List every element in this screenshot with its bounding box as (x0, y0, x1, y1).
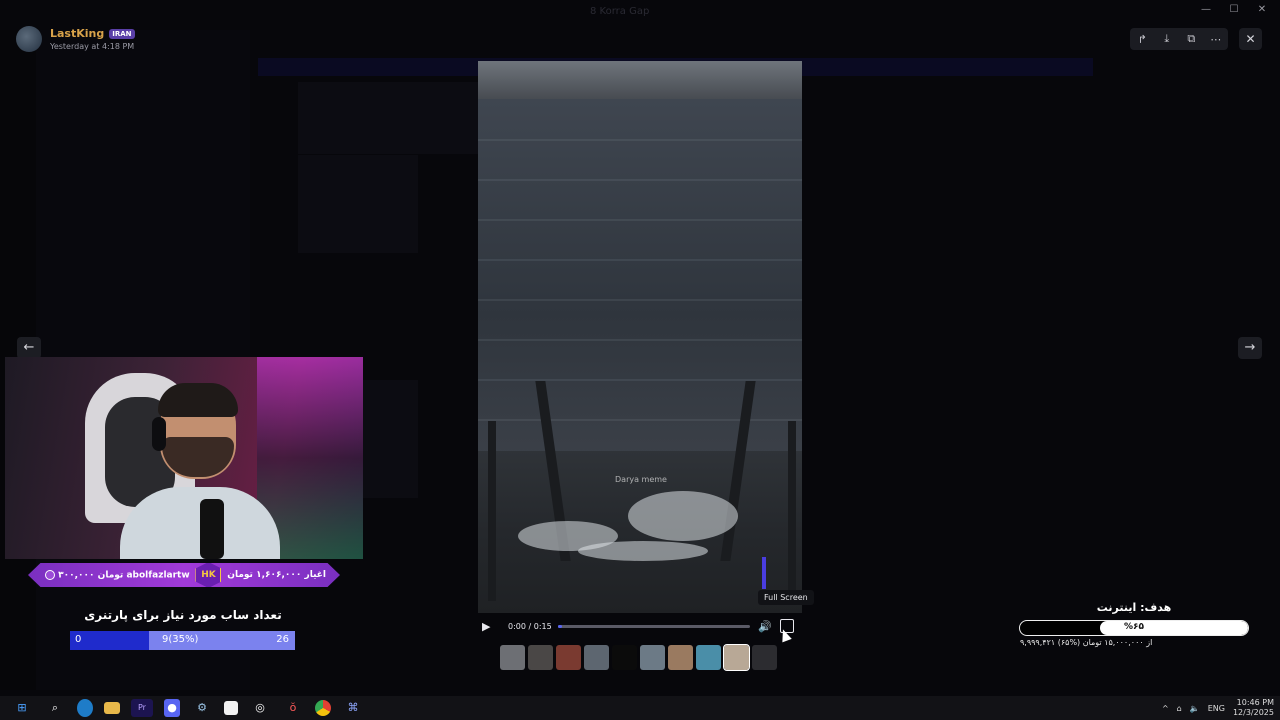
play-icon[interactable]: ▶ (482, 620, 502, 633)
sub-goal-title: تعداد ساب مورد نیاز برای پارتنری (84, 608, 282, 622)
chrome-icon[interactable] (315, 700, 331, 716)
donation-left-amount: ۳۰۰,۰۰۰ تومان (58, 570, 124, 581)
clock[interactable]: 10:46 PM 12/3/2025 (1233, 698, 1274, 718)
previous-media-button[interactable]: ← (17, 337, 41, 359)
window-controls: — ☐ ✕ (1194, 4, 1274, 20)
more-icon[interactable]: ⋯ (1207, 33, 1225, 46)
background-image (298, 82, 478, 154)
sub-goal-fill (70, 631, 149, 650)
file-explorer-icon[interactable] (104, 702, 120, 714)
search-icon[interactable]: ⌕ (44, 699, 66, 717)
media-thumbnail-strip (500, 644, 777, 671)
taskbar: ⊞ ⌕ Pr ● ⚙ ◎ ŏ ⌘ ^ ⌂ 🔈 ENG 10:46 PM 12/3… (0, 696, 1280, 720)
windows-start-icon[interactable]: ⊞ (11, 699, 33, 717)
download-icon[interactable]: ⤓ (1158, 32, 1176, 46)
open-external-icon[interactable]: ⧉ (1182, 32, 1200, 46)
obs-icon[interactable]: ◎ (249, 699, 271, 717)
donation-left-user: abolfazlartw (126, 570, 190, 581)
donation-goal-title: هدف: اینترنت (1096, 601, 1172, 614)
webcam-overlay (5, 357, 363, 559)
member-list (1105, 60, 1280, 690)
volume-icon[interactable]: 🔊 (758, 620, 772, 633)
store-icon[interactable] (224, 701, 238, 715)
maximize-button[interactable]: ☐ (1222, 4, 1246, 20)
seek-bar[interactable] (558, 624, 750, 628)
timestamp: Yesterday at 4:18 PM (50, 42, 135, 51)
author-name[interactable]: LastKing (50, 27, 104, 40)
app2-icon[interactable]: ⌘ (342, 699, 364, 717)
video-marker (762, 557, 766, 589)
media-thumbnail[interactable] (584, 645, 609, 670)
sub-goal-bar: 0 9(35%) 26 (70, 631, 295, 650)
discord-icon[interactable]: ● (164, 699, 180, 717)
volume-tray-icon[interactable]: 🔈 (1190, 704, 1200, 713)
fullscreen-tooltip: Full Screen (758, 590, 814, 605)
network-icon[interactable]: ⌂ (1177, 704, 1182, 713)
video-controls: ▶ 0:00 / 0:15 🔊 (478, 613, 802, 639)
window-title: 8 Korra Gap (590, 6, 650, 17)
language-indicator[interactable]: ENG (1208, 704, 1225, 713)
forward-icon[interactable]: ↱ (1133, 33, 1151, 46)
seek-progress (558, 624, 562, 628)
donation-goal-detail: ۹,۹۹۹,۴۲۱ از ۱۵,۰۰۰,۰۰۰ تومان (%۶۵) (1020, 638, 1153, 647)
media-thumbnail[interactable] (500, 645, 525, 670)
next-media-button[interactable]: → (1238, 337, 1262, 359)
avatar[interactable] (16, 26, 42, 52)
video-player[interactable]: Darya meme (478, 61, 802, 613)
coin-icon (45, 569, 55, 580)
media-thumbnail[interactable] (723, 644, 750, 671)
media-thumbnail[interactable] (668, 645, 693, 670)
donation-banner: ۳۰۰,۰۰۰ تومان abolfazlartw HK اغیار ۱,۶۰… (28, 563, 340, 587)
sub-goal-target: 26 (276, 634, 289, 645)
media-thumbnail[interactable] (752, 645, 777, 670)
background-image (298, 155, 418, 253)
tray-chevron-icon[interactable]: ^ (1162, 704, 1169, 713)
clock-date: 12/3/2025 (1232, 708, 1274, 717)
minimize-button[interactable]: — (1194, 4, 1218, 20)
donation-goal-percent: %۶۵ (1123, 622, 1144, 632)
hk-logo-icon: HK (195, 563, 222, 587)
window-close-button[interactable]: ✕ (1250, 4, 1274, 20)
media-thumbnail[interactable] (528, 645, 553, 670)
author-header: LastKing IRAN Yesterday at 4:18 PM (16, 26, 135, 52)
role-badge: IRAN (109, 28, 135, 39)
viewer-root: LastKing IRAN Yesterday at 4:18 PM 8 Kor… (0, 0, 1280, 720)
sub-goal-current: 9(35%) (162, 634, 199, 645)
video-sea (478, 99, 802, 459)
media-thumbnail[interactable] (556, 645, 581, 670)
video-watermark: Darya meme (615, 475, 667, 484)
video-time: 0:00 / 0:15 (508, 621, 552, 631)
media-thumbnail[interactable] (612, 645, 637, 670)
system-tray: ^ ⌂ 🔈 ENG 10:46 PM 12/3/2025 (1162, 696, 1274, 720)
close-viewer-button[interactable]: ✕ (1239, 28, 1262, 50)
clock-time: 10:46 PM (1236, 698, 1274, 707)
donation-right-text: اغیار ۱,۶۰۶,۰۰۰ تومان (227, 570, 326, 580)
app-icon[interactable]: ŏ (282, 699, 304, 717)
media-thumbnail[interactable] (640, 645, 665, 670)
donation-goal-bar: %۶۵ (1019, 620, 1249, 636)
sub-goal-start: 0 (75, 634, 82, 645)
premiere-icon[interactable]: Pr (131, 699, 153, 717)
media-thumbnail[interactable] (696, 645, 721, 670)
video-sky (478, 61, 802, 101)
steam-icon[interactable]: ⚙ (191, 699, 213, 717)
edge-icon[interactable] (77, 699, 93, 717)
media-toolbar: ↱ ⤓ ⧉ ⋯ (1130, 28, 1228, 50)
